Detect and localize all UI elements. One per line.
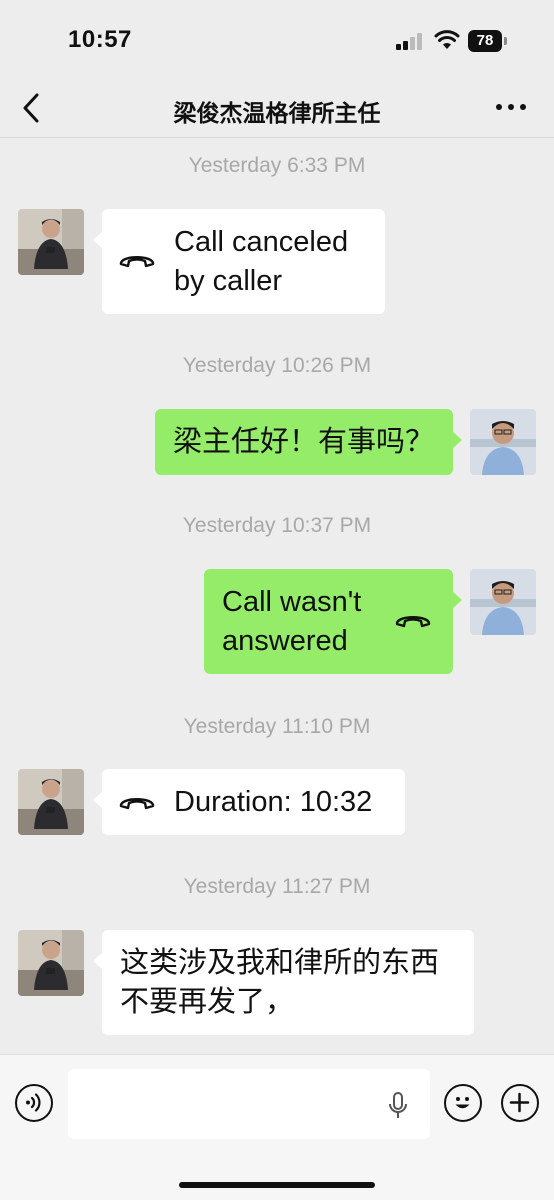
more-dots-icon[interactable] <box>496 104 528 112</box>
contact-avatar[interactable] <box>18 209 84 275</box>
contact-avatar[interactable] <box>18 769 84 835</box>
emoji-icon[interactable] <box>444 1084 482 1122</box>
message-input[interactable] <box>68 1069 430 1139</box>
call-duration-text: Duration: 10:32 <box>174 786 373 818</box>
call-status-text: Call canceled by caller <box>174 226 349 297</box>
battery-indicator: 78 <box>468 30 508 52</box>
message-bubble-call[interactable]: Call canceled by caller <box>93 209 385 314</box>
wifi-icon <box>434 30 460 49</box>
cellular-signal-icon <box>396 32 426 50</box>
message-text: 这类涉及我和律所的东西 不要再发了， <box>120 947 440 1018</box>
phone-handset-icon <box>119 256 155 268</box>
status-time: 10:57 <box>68 26 132 53</box>
message-bubble-call[interactable]: Call wasn't answered <box>204 569 462 674</box>
battery-level: 78 <box>468 30 502 52</box>
voice-mode-icon[interactable] <box>15 1084 53 1122</box>
phone-handset-icon <box>395 616 431 628</box>
message-timestamp: Yesterday 6:33 PM <box>188 154 366 177</box>
message-timestamp: Yesterday 11:10 PM <box>183 715 371 738</box>
message-text: 梁主任好！有事吗？ <box>173 426 435 458</box>
my-avatar[interactable] <box>470 569 536 635</box>
message-bubble-call[interactable]: Duration: 10:32 <box>93 769 405 835</box>
status-bar: 10:57 78 <box>0 0 554 80</box>
message-input-bar <box>0 1054 554 1200</box>
message-timestamp: Yesterday 10:37 PM <box>182 514 372 537</box>
chat-title: 梁俊杰温格律所主任 <box>173 100 381 126</box>
microphone-icon[interactable] <box>388 1091 408 1121</box>
my-avatar[interactable] <box>470 409 536 475</box>
phone-handset-icon <box>119 798 155 810</box>
message-timestamp: Yesterday 10:26 PM <box>182 354 372 377</box>
message-timestamp: Yesterday 11:27 PM <box>183 875 371 898</box>
contact-avatar[interactable] <box>18 930 84 996</box>
message-bubble-text[interactable]: 梁主任好！有事吗？ <box>155 409 462 475</box>
home-indicator[interactable] <box>179 1182 375 1188</box>
call-status-text: Call wasn't answered <box>222 586 362 657</box>
plus-icon[interactable] <box>501 1084 539 1122</box>
chat-header: 梁俊杰温格律所主任 <box>0 80 554 138</box>
message-bubble-text[interactable]: 这类涉及我和律所的东西 不要再发了， <box>93 930 474 1035</box>
